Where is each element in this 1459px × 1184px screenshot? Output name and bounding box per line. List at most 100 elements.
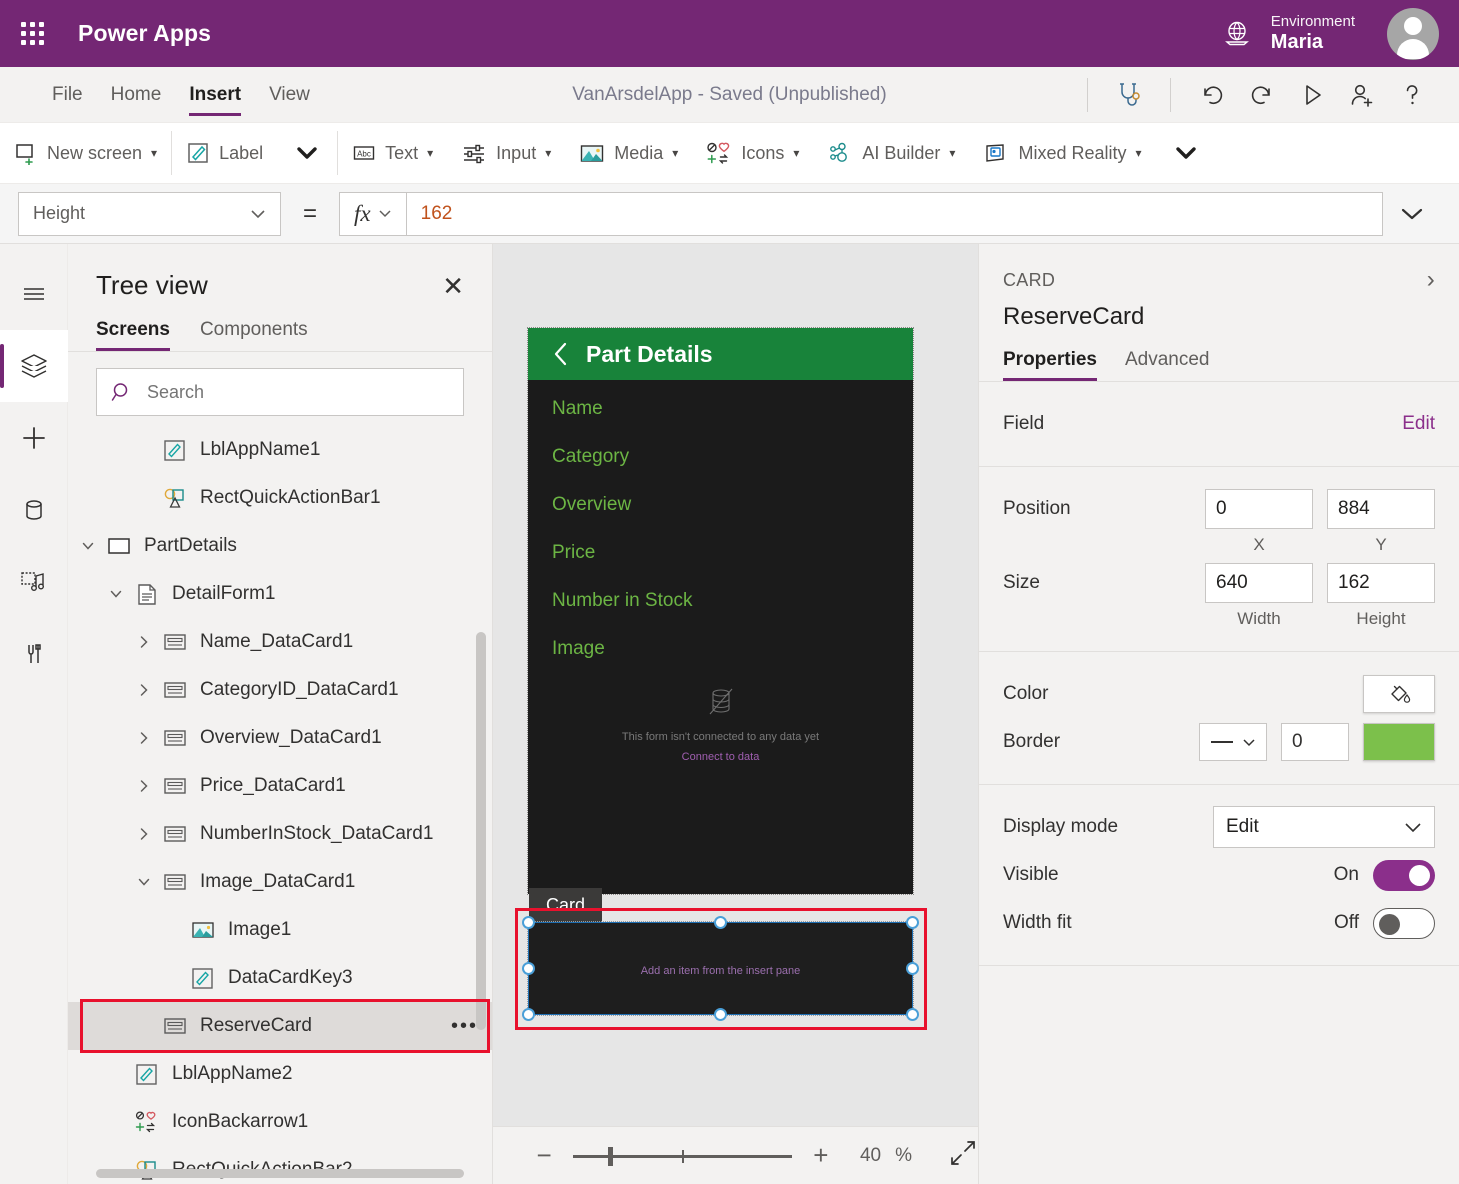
zoom-slider-thumb[interactable] xyxy=(608,1147,613,1166)
color-picker-button[interactable] xyxy=(1363,675,1435,713)
formula-input[interactable]: 162 xyxy=(406,192,1383,236)
tree-node-image1[interactable]: Image1 xyxy=(68,906,492,954)
tree-node-twisty[interactable] xyxy=(102,587,130,601)
data-icon[interactable] xyxy=(0,474,68,546)
tab-properties[interactable]: Properties xyxy=(1003,345,1097,381)
ai-builder-button[interactable]: AI Builder ▾ xyxy=(813,131,969,175)
tree-node-datacardkey3[interactable]: DataCardKey3 xyxy=(68,954,492,1002)
menu-item-home[interactable]: Home xyxy=(97,67,176,122)
app-screen-preview[interactable]: Part Details NameCategoryOverviewPriceNu… xyxy=(528,328,913,894)
chevron-right-icon[interactable] xyxy=(137,635,151,649)
redo-icon[interactable] xyxy=(1239,72,1285,118)
chevron-right-icon[interactable] xyxy=(137,731,151,745)
tree-node-reservecard[interactable]: ReserveCard••• xyxy=(68,1002,492,1050)
size-width-input[interactable]: 640 xyxy=(1205,563,1313,603)
border-width-input[interactable]: 0 xyxy=(1281,723,1349,761)
new-screen-button[interactable]: New screen ▾ xyxy=(0,131,171,175)
menu-item-view[interactable]: View xyxy=(255,67,324,122)
resize-handle-s[interactable] xyxy=(714,1008,727,1021)
menu-item-file[interactable]: File xyxy=(38,67,97,122)
canvas-surface[interactable]: Part Details NameCategoryOverviewPriceNu… xyxy=(493,244,978,1126)
input-button[interactable]: Input ▾ xyxy=(447,131,565,175)
tree-node-twisty[interactable] xyxy=(130,683,158,697)
environment-picker[interactable]: Environment Maria xyxy=(1221,13,1355,53)
share-icon[interactable] xyxy=(1339,72,1385,118)
back-chevron-icon[interactable] xyxy=(550,341,572,367)
tab-components[interactable]: Components xyxy=(200,311,308,351)
label-gallery-caret[interactable] xyxy=(277,131,337,175)
app-launcher-icon[interactable] xyxy=(0,22,64,45)
position-x-input[interactable]: 0 xyxy=(1205,489,1313,529)
display-mode-select[interactable]: Edit xyxy=(1213,806,1435,848)
help-icon[interactable] xyxy=(1389,72,1435,118)
position-y-input[interactable]: 884 xyxy=(1327,489,1435,529)
width-fit-toggle[interactable] xyxy=(1373,908,1435,939)
chevron-down-icon[interactable] xyxy=(137,875,151,889)
search-input[interactable] xyxy=(145,381,449,404)
selected-card[interactable]: Add an item from the insert pane xyxy=(528,922,913,1015)
size-height-input[interactable]: 162 xyxy=(1327,563,1435,603)
tree-node-price_datacard1[interactable]: Price_DataCard1 xyxy=(68,762,492,810)
tree-node-categoryid_datacard1[interactable]: CategoryID_DataCard1 xyxy=(68,666,492,714)
tree-node-partdetails[interactable]: PartDetails xyxy=(68,522,492,570)
resize-handle-sw[interactable] xyxy=(522,1008,535,1021)
zoom-in-button[interactable]: + xyxy=(804,1137,838,1175)
tree-node-lblappname1[interactable]: LblAppName1 xyxy=(68,426,492,474)
border-color-swatch[interactable] xyxy=(1363,723,1435,761)
tree-node-twisty[interactable] xyxy=(130,731,158,745)
avatar[interactable] xyxy=(1387,8,1439,60)
fit-to-screen-icon[interactable] xyxy=(948,1138,978,1173)
tree-node-overflow-button[interactable]: ••• xyxy=(451,1015,478,1038)
app-checker-icon[interactable] xyxy=(1106,72,1152,118)
icons-button[interactable]: Icons ▾ xyxy=(692,131,813,175)
tree-node-twisty[interactable] xyxy=(130,875,158,889)
tree-node-overview_datacard1[interactable]: Overview_DataCard1 xyxy=(68,714,492,762)
text-button[interactable]: Abc Text ▾ xyxy=(338,131,447,175)
media-icon[interactable] xyxy=(0,546,68,618)
fx-button[interactable]: fx xyxy=(339,192,406,236)
undo-icon[interactable] xyxy=(1189,72,1235,118)
resize-handle-w[interactable] xyxy=(522,962,535,975)
chevron-right-icon[interactable] xyxy=(137,827,151,841)
tree-node-twisty[interactable] xyxy=(74,539,102,553)
resize-handle-nw[interactable] xyxy=(522,916,535,929)
chevron-down-icon[interactable] xyxy=(109,587,123,601)
resize-handle-se[interactable] xyxy=(906,1008,919,1021)
resize-handle-n[interactable] xyxy=(714,916,727,929)
zoom-slider[interactable] xyxy=(573,1143,792,1169)
tree-node-name_datacard1[interactable]: Name_DataCard1 xyxy=(68,618,492,666)
search-box[interactable] xyxy=(96,368,464,416)
tree-node-rectquickactionbar1[interactable]: RectQuickActionBar1 xyxy=(68,474,492,522)
advanced-tools-icon[interactable] xyxy=(0,618,68,690)
chevron-right-icon[interactable] xyxy=(137,683,151,697)
media-button[interactable]: Media ▾ xyxy=(565,131,692,175)
formula-expand-caret[interactable] xyxy=(1383,206,1441,222)
tree-view-icon[interactable] xyxy=(0,330,68,402)
close-icon[interactable]: ✕ xyxy=(442,273,464,299)
tree-node-numberinstock_datacard1[interactable]: NumberInStock_DataCard1 xyxy=(68,810,492,858)
mixed-reality-button[interactable]: Mixed Reality ▾ xyxy=(969,131,1155,175)
property-selector[interactable]: Height xyxy=(18,192,281,236)
tree-node-rectquickactionbar2[interactable]: RectQuickActionBar2 xyxy=(68,1146,492,1184)
border-style-select[interactable] xyxy=(1199,723,1267,761)
resize-handle-e[interactable] xyxy=(906,962,919,975)
zoom-out-button[interactable]: − xyxy=(527,1137,561,1175)
menu-item-insert[interactable]: Insert xyxy=(175,67,255,122)
connect-to-data-link[interactable]: Connect to data xyxy=(528,751,913,763)
tree-vertical-scrollbar[interactable] xyxy=(476,632,486,1030)
tree-node-twisty[interactable] xyxy=(130,635,158,649)
insert-plus-icon[interactable] xyxy=(0,402,68,474)
label-button[interactable]: Label xyxy=(172,131,277,175)
tab-screens[interactable]: Screens xyxy=(96,311,170,351)
tree-node-twisty[interactable] xyxy=(130,779,158,793)
chevron-down-icon[interactable] xyxy=(81,539,95,553)
tab-advanced[interactable]: Advanced xyxy=(1125,345,1210,381)
tree-node-iconbackarrow1[interactable]: IconBackarrow1 xyxy=(68,1098,492,1146)
chevron-right-icon[interactable]: › xyxy=(1427,266,1435,294)
preview-play-icon[interactable] xyxy=(1289,72,1335,118)
visible-toggle[interactable] xyxy=(1373,860,1435,891)
tree-node-twisty[interactable] xyxy=(130,827,158,841)
chevron-right-icon[interactable] xyxy=(137,779,151,793)
tree-node-lblappname2[interactable]: LblAppName2 xyxy=(68,1050,492,1098)
tree-horizontal-scrollbar[interactable] xyxy=(96,1169,464,1178)
